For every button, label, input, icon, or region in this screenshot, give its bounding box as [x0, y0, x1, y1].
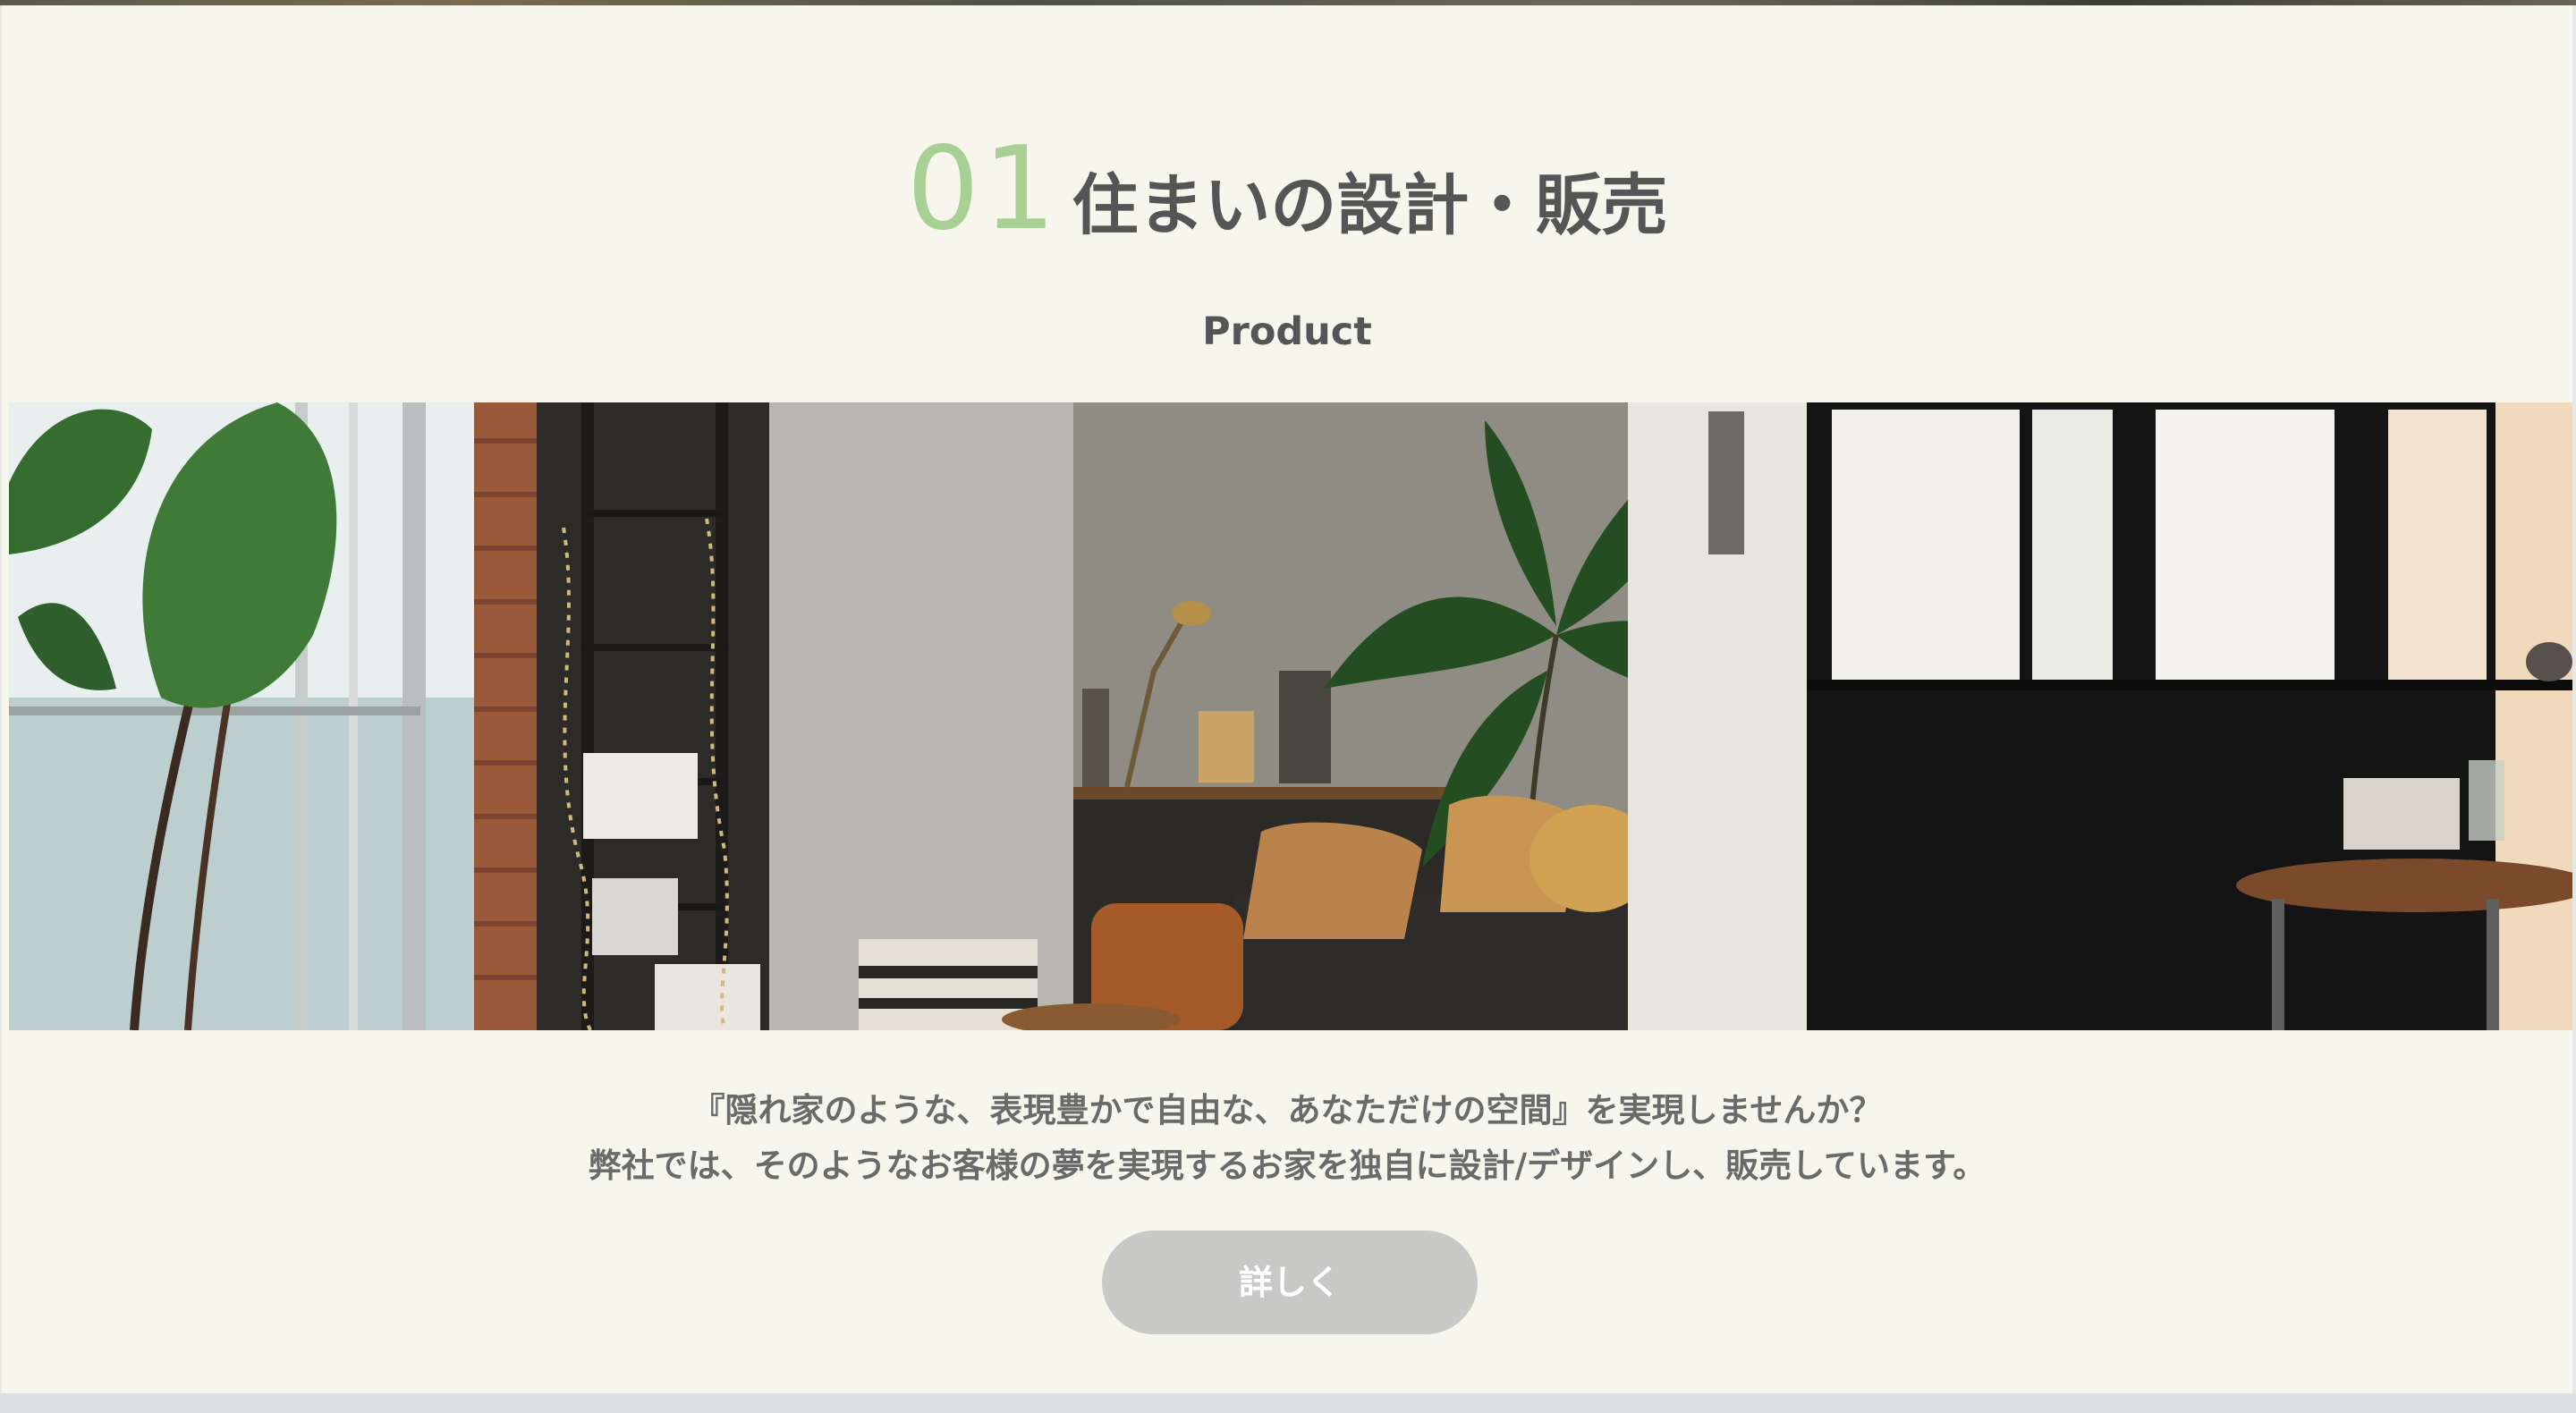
section-number: 01: [906, 123, 1060, 256]
interior-photo: [9, 402, 2572, 1030]
section-subtitle: Product: [1202, 309, 1372, 354]
page-bottom-edge: [0, 1393, 2576, 1413]
details-button[interactable]: 詳しく: [1102, 1231, 1478, 1334]
page-frame: 01 住まいの設計・販売 Product 『隠れ家のような、表現豊かで自由な、あ…: [0, 0, 2576, 1413]
section-title: 住まいの設計・販売: [1072, 167, 1668, 244]
description-line-2: 弊社では、そのようなお客様の夢を実現するお家を独自に設計/デザインし、販売してい…: [588, 1146, 1987, 1185]
section-description: 『隠れ家のような、表現豊かで自由な、あなただけの空間』を実現しませんか？ 弊社で…: [2, 1083, 2572, 1194]
product-section: 01 住まいの設計・販売 Product 『隠れ家のような、表現豊かで自由な、あ…: [2, 5, 2572, 1393]
section-heading: 01 住まいの設計・販売: [2, 132, 2572, 247]
description-line-1: 『隠れ家のような、表現豊かで自由な、あなただけの空間』を実現しませんか？: [691, 1091, 1883, 1130]
